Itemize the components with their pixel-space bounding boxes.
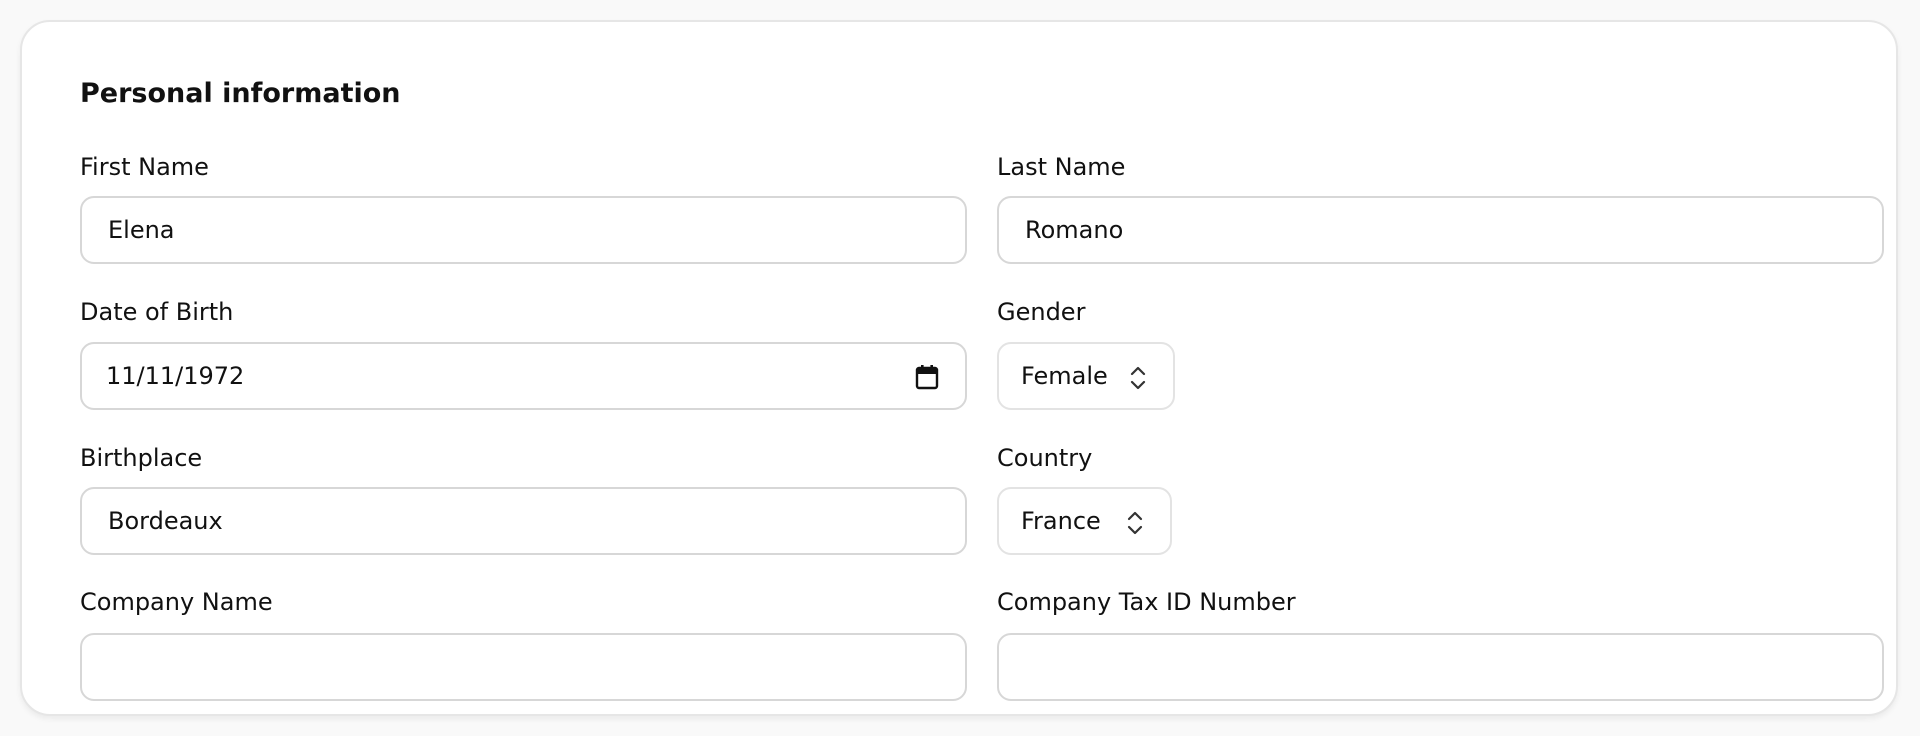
- section-title: Personal information: [80, 78, 401, 109]
- birthplace-value: Bordeaux: [108, 507, 223, 535]
- first-name-input[interactable]: Elena: [80, 196, 967, 264]
- chevron-up-down-icon: [1130, 366, 1146, 390]
- company-tax-id-label: Company Tax ID Number: [997, 588, 1296, 616]
- first-name-label: First Name: [80, 153, 209, 181]
- company-name-input[interactable]: [80, 633, 967, 701]
- calendar-icon[interactable]: [915, 364, 939, 390]
- company-tax-id-input[interactable]: [997, 633, 1884, 701]
- last-name-value: Romano: [1025, 216, 1124, 244]
- chevron-up-down-icon: [1127, 511, 1143, 535]
- country-select[interactable]: France: [997, 487, 1172, 555]
- gender-label: Gender: [997, 298, 1086, 326]
- last-name-label: Last Name: [997, 153, 1126, 181]
- date-of-birth-label: Date of Birth: [80, 298, 234, 326]
- country-label: Country: [997, 444, 1093, 472]
- date-of-birth-input[interactable]: 11/11/1972: [80, 342, 967, 410]
- country-value: France: [1021, 507, 1101, 535]
- date-of-birth-value: 11/11/1972: [106, 362, 245, 390]
- last-name-input[interactable]: Romano: [997, 196, 1884, 264]
- gender-select[interactable]: Female: [997, 342, 1175, 410]
- first-name-value: Elena: [108, 216, 175, 244]
- birthplace-input[interactable]: Bordeaux: [80, 487, 967, 555]
- personal-information-card: Personal information First Name Elena La…: [20, 20, 1898, 716]
- birthplace-label: Birthplace: [80, 444, 203, 472]
- company-name-label: Company Name: [80, 588, 273, 616]
- gender-value: Female: [1021, 362, 1108, 390]
